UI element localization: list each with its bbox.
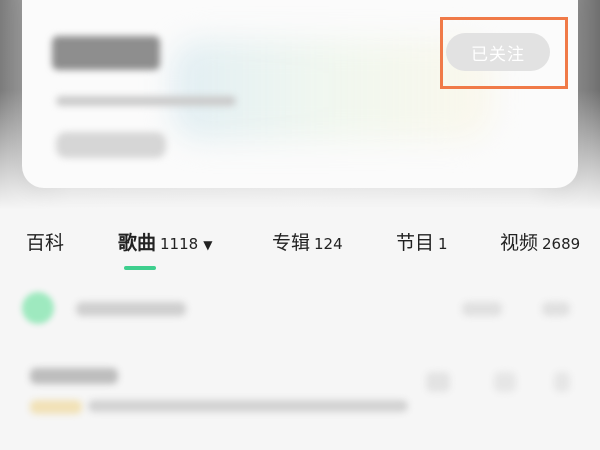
- multi-select-blurred[interactable]: [542, 302, 570, 316]
- tab-albums[interactable]: 专辑 124: [272, 228, 343, 255]
- song-subtitle-blurred: [88, 400, 408, 412]
- tab-baike[interactable]: 百科: [26, 228, 64, 255]
- artist-profile-card: [22, 0, 578, 188]
- song-title-blurred: [30, 368, 118, 384]
- tab-label: 视频: [500, 232, 539, 254]
- artist-info-blurred: [56, 96, 236, 106]
- tab-count: 2689: [542, 235, 581, 253]
- play-all-icon[interactable]: [22, 292, 54, 324]
- list-item[interactable]: [22, 362, 578, 422]
- content-tabs: 百科 歌曲 1118 ▼ 专辑 124 节目 1 视频 2689: [0, 222, 600, 262]
- play-all-label-blurred: [76, 302, 186, 316]
- tab-label: 专辑: [272, 232, 311, 254]
- tab-count: 1118: [160, 235, 199, 253]
- caret-down-icon[interactable]: ▼: [203, 238, 212, 252]
- tab-videos[interactable]: 视频 2689: [500, 228, 580, 255]
- active-tab-underline: [124, 266, 156, 270]
- tab-songs[interactable]: 歌曲 1118 ▼: [118, 228, 212, 255]
- video-icon-blurred[interactable]: [426, 372, 450, 392]
- artist-name-blurred: [52, 36, 160, 70]
- tab-programs[interactable]: 节目 1: [396, 228, 448, 255]
- tab-count: 1: [438, 235, 448, 253]
- card-tint: [172, 40, 492, 140]
- tab-count: 124: [314, 235, 343, 253]
- tab-label: 歌曲: [118, 232, 157, 254]
- play-all-row[interactable]: [22, 290, 578, 334]
- more-icon-blurred[interactable]: [554, 372, 570, 392]
- play-icon-blurred[interactable]: [494, 372, 516, 392]
- song-tag-blurred: [30, 400, 82, 414]
- artist-tag-blurred: [56, 132, 166, 158]
- followed-button[interactable]: 已关注: [446, 33, 550, 71]
- tab-label: 百科: [26, 232, 65, 254]
- tab-label: 节目: [396, 232, 435, 254]
- sort-control-blurred[interactable]: [462, 302, 502, 316]
